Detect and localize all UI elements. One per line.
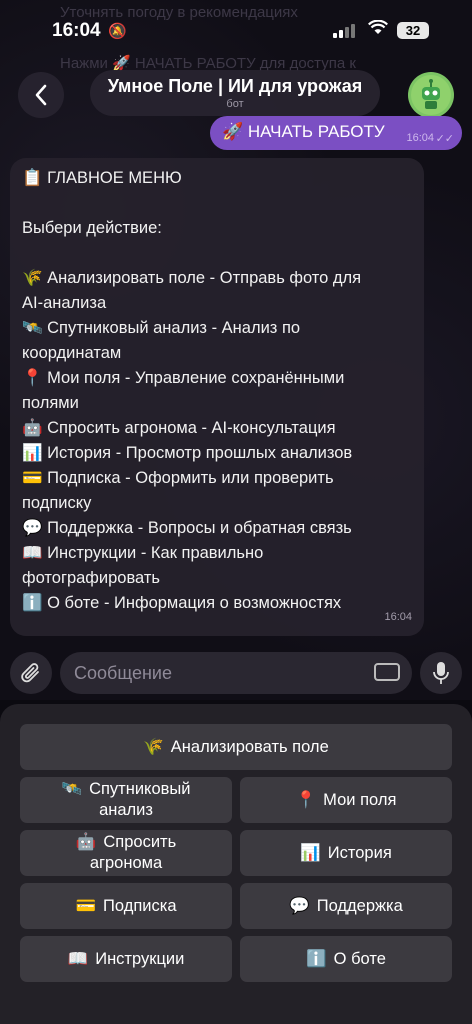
outgoing-message[interactable]: 🚀 НАЧАТЬ РАБОТУ 16:04 ✓✓ [210, 116, 462, 150]
clock: 16:04 [52, 20, 101, 41]
button-label: Инструкции [95, 949, 185, 968]
button-label: агронома [89, 854, 163, 872]
message-line: фотографировать [22, 569, 161, 587]
button-label: История [327, 843, 392, 862]
support-button[interactable]: 💬 Поддержка [240, 883, 452, 929]
read-checkmarks-icon: ✓✓ [435, 133, 454, 145]
message-line: 💬 Поддержка - Вопросы и обратная связь [22, 519, 352, 537]
satellite-analysis-button[interactable]: 🛰️ Спутниковый анализ [20, 777, 232, 823]
wifi-icon [368, 19, 388, 40]
microphone-icon [433, 662, 449, 684]
about-bot-button[interactable]: ℹ️ О боте [240, 936, 452, 982]
message-line: Выбери действие: [22, 219, 162, 237]
button-label: Поддержка [316, 896, 403, 915]
wheat-icon: 🌾 [143, 737, 164, 756]
status-bar: 16:04 🔕 32 [0, 0, 472, 62]
message-input-placeholder: Сообщение [74, 663, 172, 683]
credit-card-icon: 💳 [75, 896, 97, 915]
message-time: 16:04 [384, 611, 412, 623]
outgoing-message-text: 🚀 НАЧАТЬ РАБОТУ [222, 122, 385, 141]
pin-icon: 📍 [295, 790, 317, 809]
message-line: 💳 Подписка - Оформить или проверить [22, 469, 334, 487]
info-icon: ℹ️ [306, 949, 327, 968]
battery-indicator: 32 [397, 22, 429, 39]
satellite-icon: 🛰️ [61, 780, 83, 798]
message-line: подписку [22, 494, 92, 512]
message-line: 📋 ГЛАВНОЕ МЕНЮ [22, 169, 182, 187]
message-line: 📍 Мои поля - Управление сохранёнными [22, 369, 345, 387]
reply-keyboard: 🌾 Анализировать поле 🛰️ Спутниковый анали… [0, 704, 472, 1024]
chat-title-text: Умное Поле | ИИ для урожая [107, 76, 363, 96]
my-fields-button[interactable]: 📍 Мои поля [240, 777, 452, 823]
message-line: AI-анализа [22, 294, 107, 312]
message-line: ℹ️ О боте - Информация о возможностях [22, 594, 342, 612]
cellular-signal-icon [333, 24, 355, 38]
message-line [22, 241, 412, 266]
message-line: 🌾 Анализировать поле - Отправь фото для [22, 269, 362, 287]
button-label: Спутниковый [89, 780, 191, 798]
message-line: 📊 История - Просмотр прошлых анализов [22, 444, 353, 462]
chevron-left-icon [35, 84, 47, 106]
chat-subtitle: бот [226, 98, 244, 110]
ask-agronomist-button[interactable]: 🤖 Спросить агронома [20, 830, 232, 876]
paperclip-icon [21, 663, 39, 683]
book-icon: 📖 [67, 949, 89, 968]
message-line: координатам [22, 344, 122, 362]
button-label: О боте [333, 949, 386, 968]
analyze-field-button[interactable]: 🌾 Анализировать поле [20, 724, 452, 770]
speech-bubble-icon: 💬 [289, 896, 310, 915]
button-label: Мои поля [323, 790, 397, 809]
keyboard-icon[interactable] [374, 663, 400, 681]
back-button[interactable] [18, 72, 64, 118]
message-time: 16:04 [406, 132, 434, 144]
subscription-button[interactable]: 💳 Подписка [20, 883, 232, 929]
button-label: Анализировать поле [170, 737, 329, 756]
button-label: анализ [99, 801, 153, 819]
message-line: полями [22, 394, 79, 412]
message-line: 🤖 Спросить агронома - AI-консультация [22, 419, 336, 437]
robot-icon: 🤖 [75, 833, 97, 851]
button-label: Подписка [103, 896, 177, 915]
robot-icon [411, 75, 451, 115]
attach-button[interactable] [10, 652, 52, 694]
voice-button[interactable] [420, 652, 462, 694]
message-line: 📖 Инструкции - Как правильно [22, 544, 264, 562]
history-button[interactable]: 📊 История [240, 830, 452, 876]
message-line [22, 191, 412, 216]
mute-bell-icon: 🔕 [108, 23, 127, 40]
bot-avatar[interactable] [408, 72, 454, 118]
chart-icon: 📊 [300, 843, 321, 862]
message-input[interactable]: Сообщение [60, 652, 412, 694]
incoming-message[interactable]: 📋 ГЛАВНОЕ МЕНЮ Выбери действие: 🌾 Анализ… [10, 158, 424, 636]
instructions-button[interactable]: 📖 Инструкции [20, 936, 232, 982]
chat-title[interactable]: Умное Поле | ИИ для урожая бот [90, 70, 380, 116]
message-line: 🛰️ Спутниковый анализ - Анализ по [22, 319, 301, 337]
button-label: Спросить [103, 833, 177, 851]
